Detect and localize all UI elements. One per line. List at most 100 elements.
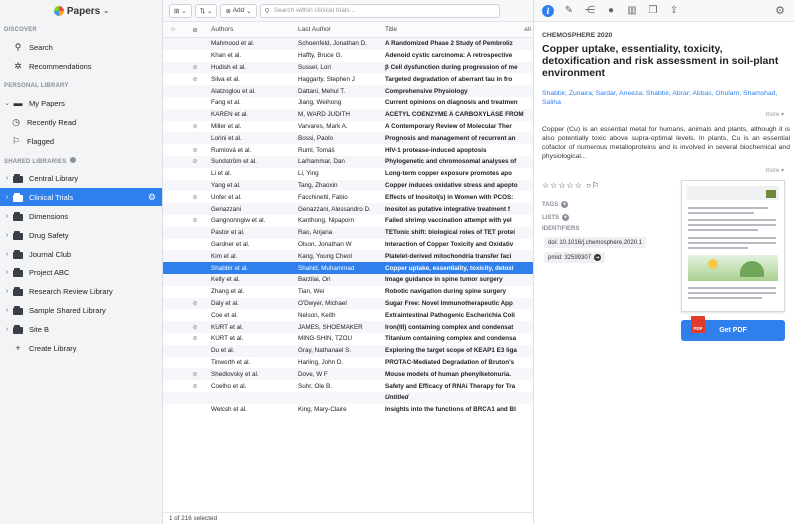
read-status-column-header[interactable]: ○ [163, 26, 183, 33]
table-row[interactable]: ⊘ Daly et al. O'Dwyer, Michael Sugar Free: … [163, 297, 533, 310]
sidebar-item-drug-safety[interactable]: › Drug Safety [0, 226, 162, 244]
attachment-cell[interactable]: ⊘ [183, 123, 207, 130]
table-row[interactable]: Genazzani Genazzani, Alessandro D. Inosito… [163, 203, 533, 215]
doi-chip[interactable]: doi: 10.1016/j.chemosphere.2020.1 [544, 237, 647, 248]
table-row[interactable]: Fang et al. Jiang, Weihong Current opinion… [163, 97, 533, 109]
table-row[interactable]: ⊘ KURT et al. JAMES, SHOEMAKER Iron(III) co… [163, 321, 533, 333]
table-row[interactable]: Untitled [163, 391, 533, 404]
table-row[interactable]: ⊘ Gangnonngiw et al. Kanthong, Nipaporn Fai… [163, 215, 533, 227]
table-row[interactable]: ⊘ Coelho et al. Suhr, Ole B. Safety and Eff… [163, 380, 533, 392]
chevron-right-icon[interactable]: › [2, 326, 12, 333]
table-row[interactable]: Lorini et al. Bossi, Paolo Prognosis and m… [163, 132, 533, 145]
table-row[interactable]: ⊘ Unfer et al. Facchinetti, Fabio Effects o… [163, 191, 533, 203]
table-row[interactable]: ⊘ Shedlovsky et al. Dove, W F Mouse models … [163, 368, 533, 381]
star-icon[interactable]: ☆ [575, 181, 583, 190]
authors-column-header[interactable]: Authors [207, 26, 294, 33]
table-row[interactable]: ⊘ Sundström et al. Larhammar, Dan Phylogene… [163, 155, 533, 168]
table-row[interactable]: ⊘ Rumlová et al. Ruml, Tomáš HIV-1 protease… [163, 144, 533, 156]
sidebar-item-site-b[interactable]: › Site B [0, 320, 162, 338]
lists-section[interactable]: LISTS + [542, 214, 570, 221]
chevron-right-icon[interactable]: › [2, 213, 12, 220]
info-icon[interactable] [70, 157, 77, 163]
sidebar-item-clinical-trials[interactable]: › Clinical Trials ⚙ [0, 188, 162, 206]
search-input[interactable]: ⚲ Search within clinical trials... [259, 3, 500, 18]
title-column-header[interactable]: Title ati [381, 26, 533, 33]
share-icon[interactable]: ⋲ [584, 5, 596, 16]
table-row[interactable]: Welcsh et al. King, Mary-Claire Insights i… [163, 404, 533, 416]
chevron-right-icon[interactable]: › [2, 194, 12, 201]
table-row[interactable]: Coe et al. Nelson, Keith Extraintestinal P… [163, 309, 533, 321]
attachment-cell[interactable]: ⊘ [183, 158, 207, 165]
attachment-cell[interactable]: ⊘ [183, 335, 207, 342]
attachment-cell[interactable]: ⊘ [183, 194, 207, 201]
pdf-thumbnail[interactable] [681, 180, 785, 312]
gear-icon[interactable]: ⚙ [775, 4, 785, 17]
sidebar-item-dimensions[interactable]: › Dimensions [0, 207, 162, 225]
view-mode-button[interactable]: ⊞ ⌄ [169, 3, 192, 18]
table-row[interactable]: ⊘ Hudish et al. Sussel, Lori β Cell dysfunc… [163, 61, 533, 74]
chevron-right-icon[interactable]: › [2, 251, 12, 258]
sidebar-item-flagged[interactable]: ⚐ Flagged [0, 132, 162, 150]
comment-icon[interactable]: ● [605, 5, 617, 16]
export-icon[interactable]: ⇪ [668, 5, 680, 16]
attachment-cell[interactable]: ⊘ [183, 324, 207, 331]
attachment-cell[interactable]: ⊘ [183, 147, 207, 154]
sidebar-item-research-review-library[interactable]: › Research Review Library [0, 282, 162, 300]
table-row[interactable]: Alatzoglou et al. Dattani, Mehul T. Compre… [163, 85, 533, 97]
sidebar-item-search[interactable]: ⚲ Search [0, 38, 162, 56]
star-icon[interactable]: ☆ [567, 181, 575, 190]
table-row[interactable]: Mahmood et al. Schoenfeld, Jonathan D. A R… [163, 38, 533, 50]
pmid-chip[interactable]: pmid: 32599307 ➜ [544, 252, 606, 263]
table-row[interactable]: Yang et al. Tang, Zhaoxin Copper induces o… [163, 179, 533, 192]
table-row[interactable]: Li et al. Li, Ying Long-term copper exposu… [163, 168, 533, 180]
table-row[interactable]: Tinworth et al. Harling, John D. PROTAC-Me… [163, 357, 533, 369]
attachment-cell[interactable]: ⊘ [183, 76, 207, 83]
last-author-column-header[interactable]: Last Author [294, 26, 381, 33]
get-pdf-button[interactable]: PDF Get PDF [681, 316, 785, 341]
chevron-down-icon[interactable]: ⌄ [2, 99, 12, 107]
sidebar-item-recently-read[interactable]: ◷ Recently Read [0, 113, 162, 131]
sidebar-item-sample-shared-library[interactable]: › Sample Shared Library [0, 301, 162, 319]
table-row[interactable]: Khan et al. Haffty, Bruce G. Adenoid cysti… [163, 50, 533, 62]
attachment-column-header[interactable]: ⊘ [183, 26, 207, 34]
star-icon[interactable]: ☆ [558, 181, 566, 190]
create-library-button[interactable]: + Create Library [0, 339, 162, 357]
table-row[interactable]: Zhang et al. Tian, Wei Robotic navigation … [163, 286, 533, 298]
copy-icon[interactable]: ❐ [647, 5, 659, 16]
chart-icon[interactable]: ▥ [626, 5, 638, 16]
table-row[interactable]: Du et al. Gray, Nathanael S. Exploring the… [163, 344, 533, 357]
sidebar-item-recommendations[interactable]: ✲ Recommendations [0, 57, 162, 75]
table-row[interactable]: Shabbir et al. Shahid, Muhammad Copper upt… [163, 262, 533, 274]
attachment-cell[interactable]: ⊘ [183, 300, 207, 307]
gear-icon[interactable]: ⚙ [148, 192, 156, 203]
sidebar-item-project-abc[interactable]: › Project ABC [0, 263, 162, 281]
add-button[interactable]: ⊕ Add ⌄ [220, 3, 257, 18]
table-row[interactable]: ⊘ Miller et al. Varvares, Mark A. A Contemp… [163, 121, 533, 133]
paper-authors[interactable]: Shabbir, Zunaira; Sardar, Aneeza; Shabbi… [542, 89, 790, 107]
edit-icon[interactable]: ✎ [563, 5, 575, 16]
table-row[interactable]: Kim et al. Kang, Young Cheol Platelet-deri… [163, 250, 533, 263]
authors-more-link[interactable]: more ▾ [766, 111, 784, 118]
table-row[interactable]: Gardner et al. Olson, Jonathan W Interacti… [163, 239, 533, 251]
chevron-right-icon[interactable]: › [2, 307, 12, 314]
sort-button[interactable]: ⇅ ⌄ [194, 3, 218, 18]
chevron-right-icon[interactable]: › [2, 288, 12, 295]
info-icon[interactable]: i [542, 4, 554, 17]
chevron-right-icon[interactable]: › [2, 175, 12, 182]
sidebar-item-journal-club[interactable]: › Journal Club [0, 245, 162, 263]
attachment-cell[interactable]: ⊘ [183, 64, 207, 71]
table-row[interactable]: KAREN et al. M, WARD JUDITH ACETYL COENZYM… [163, 108, 533, 121]
flag-icon[interactable]: ⚐ [592, 181, 600, 190]
sidebar-item-central-library[interactable]: › Central Library [0, 169, 162, 187]
star-icon[interactable]: ☆ [542, 181, 550, 190]
rating-stars[interactable]: ☆☆☆☆☆ ○⚐ [542, 181, 600, 190]
table-row[interactable]: Kelly et al. Barzilai, Ori Image guidance … [163, 273, 533, 286]
attachment-cell[interactable]: ⊘ [183, 217, 207, 224]
app-brand-menu[interactable]: Papers ⌄ [0, 0, 163, 22]
table-row[interactable]: ⊘ Silva et al. Haggarty, Stephen J Targeted… [163, 73, 533, 85]
add-tag-icon[interactable]: + [561, 201, 569, 208]
attachment-cell[interactable]: ⊘ [183, 383, 207, 390]
tags-section[interactable]: TAGS + [542, 201, 569, 208]
chevron-right-icon[interactable]: › [2, 269, 12, 276]
add-list-icon[interactable]: + [562, 214, 570, 221]
